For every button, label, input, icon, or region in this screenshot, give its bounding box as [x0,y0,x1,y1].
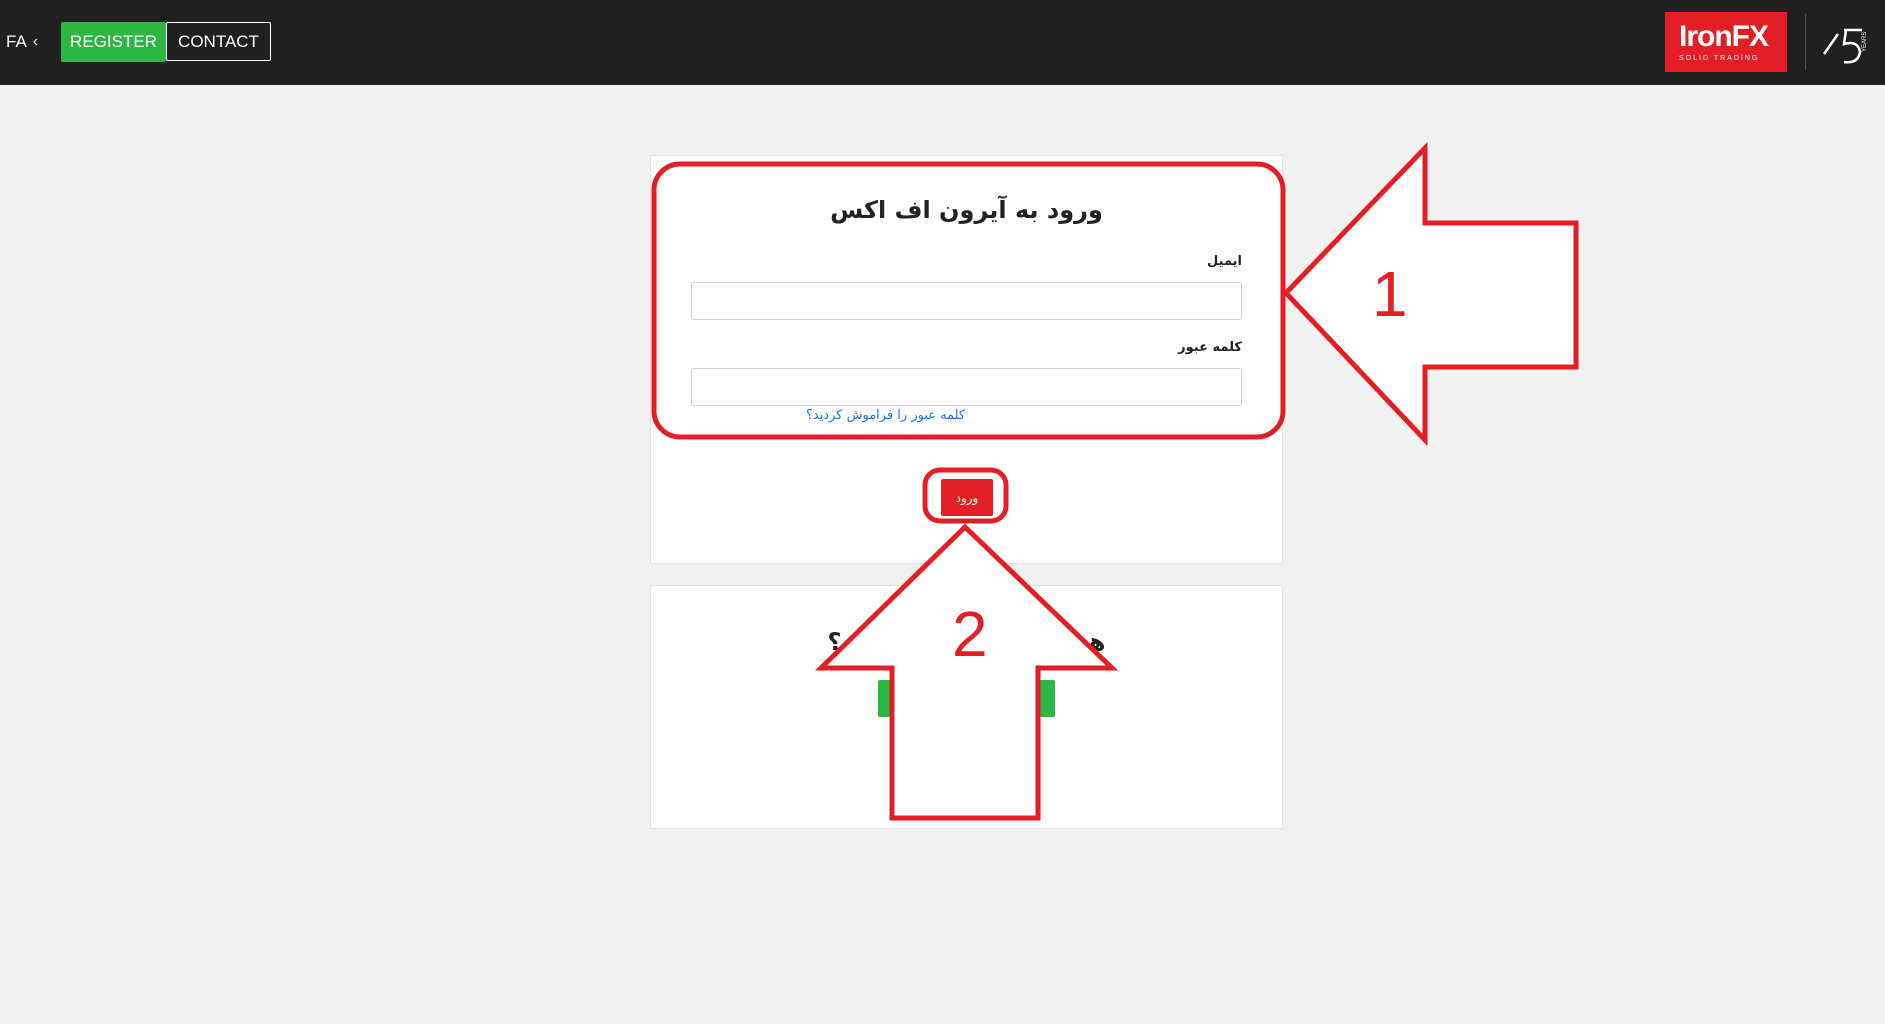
annotation-step-2: 2 [952,598,988,670]
chevron-left-icon: ‹ [32,33,39,50]
password-field[interactable] [691,368,1242,406]
annotation-step-1: 1 [1372,258,1408,330]
login-title: ورود به آیرون اف اکس [830,196,1103,224]
contact-button[interactable]: CONTACT [166,22,271,61]
login-submit-button[interactable]: ورود [941,479,993,516]
ironfx-logo[interactable]: IronFX SOLID TRADING [1665,12,1787,72]
password-label: کلمه عبور [1178,340,1242,355]
annotation-arrow-left [1282,141,1579,447]
top-navbar: FA ‹ REGISTER CONTACT IronFX SOLID TRADI… [0,0,1885,85]
forgot-password-link[interactable]: کلمه عبور را فراموش کردید؟ [806,408,965,423]
language-label: FA [6,32,27,51]
logo-tagline: SOLID TRADING [1679,55,1760,62]
email-label: ایمیل [1207,254,1242,269]
email-field[interactable] [691,282,1242,320]
anniversary-15-years-logo: YEARS [1822,28,1868,64]
logo-brand-text: IronFX [1679,20,1769,53]
open-demo-account-button[interactable]: باز کردن حساب آزمایشی [898,733,1034,770]
register-button[interactable]: REGISTER [61,22,166,62]
header-divider [1805,14,1806,70]
svg-text:YEARS: YEARS [1862,32,1868,52]
language-selector[interactable]: FA ‹ [6,32,38,52]
open-real-account-button[interactable]: باز کردن حساب حقیقی [878,680,1055,717]
